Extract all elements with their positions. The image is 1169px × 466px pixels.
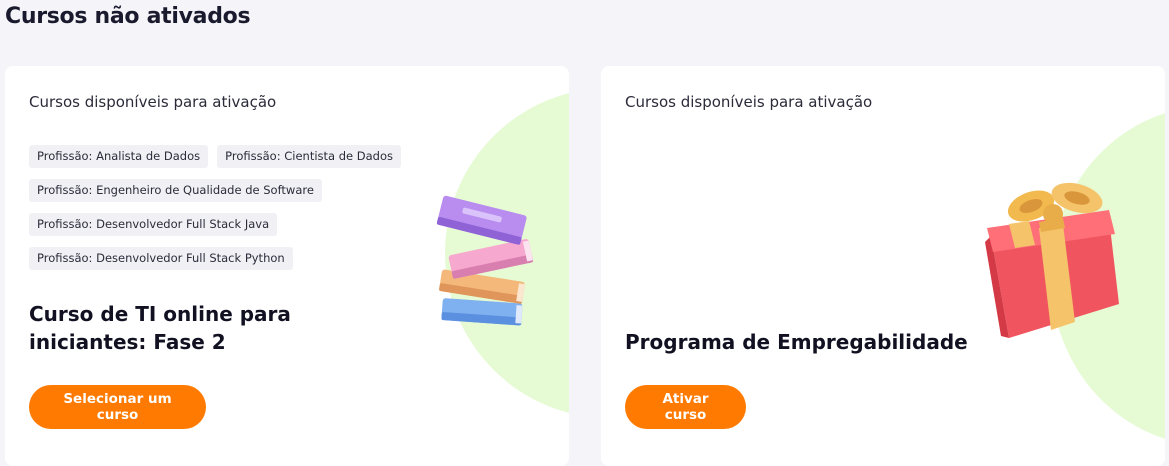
- page-title: Cursos não ativados: [5, 4, 251, 29]
- books-stack-icon: [436, 195, 533, 326]
- course-title: Curso de TI online para iniciantes: Fase…: [29, 302, 291, 354]
- tag-engenheiro-qualidade: Profissão: Engenheiro de Qualidade de So…: [29, 179, 322, 202]
- tag-fullstack-python: Profissão: Desenvolvedor Full Stack Pyth…: [29, 247, 293, 270]
- tag-fullstack-java: Profissão: Desenvolvedor Full Stack Java: [29, 213, 278, 236]
- course-title: Programa de Empregabilidade: [625, 330, 968, 354]
- card-subtitle: Cursos disponíveis para ativação: [625, 93, 873, 111]
- gift-box-icon: [985, 182, 1119, 338]
- tag-analista-dados: Profissão: Analista de Dados: [29, 145, 209, 168]
- profession-tags: Profissão: Analista de Dados Profissão: …: [29, 145, 429, 281]
- course-card-ti-online: Cursos disponíveis para ativação Profiss…: [5, 66, 569, 466]
- course-card-empregabilidade: Cursos disponíveis para ativação Program…: [601, 66, 1165, 466]
- select-course-button[interactable]: Selecionar um curso: [29, 385, 206, 429]
- activate-course-button[interactable]: Ativar curso: [625, 385, 746, 429]
- tag-cientista-dados: Profissão: Cientista de Dados: [217, 145, 401, 168]
- card-subtitle: Cursos disponíveis para ativação: [29, 93, 277, 111]
